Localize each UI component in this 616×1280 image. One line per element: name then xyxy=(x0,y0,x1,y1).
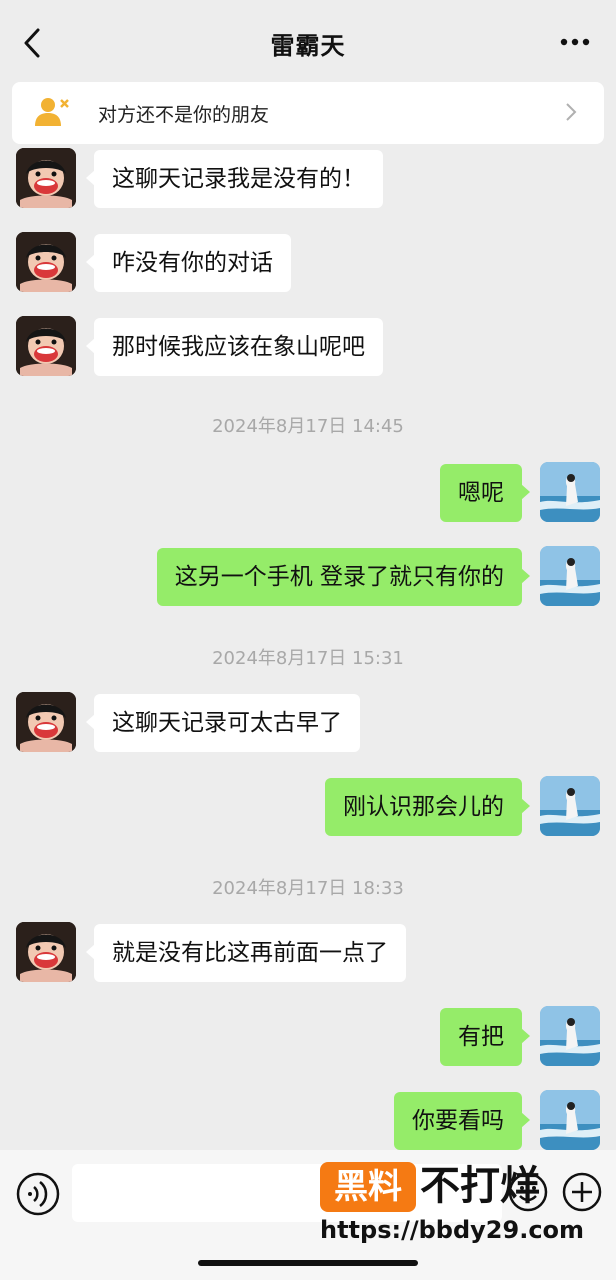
home-indicator xyxy=(198,1260,418,1266)
message-timestamp: 2024年8月17日 14:45 xyxy=(212,416,404,437)
my-avatar[interactable] xyxy=(540,546,600,606)
contact-avatar[interactable] xyxy=(16,922,76,982)
more-options-icon[interactable] xyxy=(560,38,590,46)
outgoing-message-bubble[interactable]: 嗯呢 xyxy=(440,464,530,522)
voice-input-icon[interactable] xyxy=(14,1170,62,1218)
watermark-badge: 黑料 xyxy=(320,1162,416,1212)
my-avatar[interactable] xyxy=(540,776,600,836)
add-friend-person-icon xyxy=(35,98,69,126)
outgoing-message-bubble[interactable]: 这另一个手机 登录了就只有你的 xyxy=(156,548,531,606)
my-avatar[interactable] xyxy=(540,1090,600,1150)
outgoing-message-bubble[interactable]: 你要看吗 xyxy=(394,1092,530,1150)
chat-title: 雷霸天 xyxy=(270,32,346,60)
contact-avatar[interactable] xyxy=(16,232,76,292)
incoming-message-bubble[interactable]: 就是没有比这再前面一点了 xyxy=(86,924,406,982)
contact-avatar[interactable] xyxy=(16,316,76,376)
incoming-message-bubble[interactable]: 咋没有你的对话 xyxy=(86,234,291,292)
incoming-message-bubble[interactable]: 这聊天记录我是没有的！ xyxy=(86,150,383,208)
my-avatar[interactable] xyxy=(540,462,600,522)
notice-text: 对方还不是你的朋友 xyxy=(98,104,270,126)
watermark-title: 不打烊 xyxy=(420,1163,540,1209)
not-friend-notice[interactable]: 对方还不是你的朋友 xyxy=(12,82,604,144)
incoming-message-bubble[interactable]: 那时候我应该在象山呢吧 xyxy=(86,318,383,376)
incoming-message-bubble[interactable]: 这聊天记录可太古早了 xyxy=(86,694,360,752)
contact-avatar[interactable] xyxy=(16,692,76,752)
watermark-url: https://bbdy29.com xyxy=(320,1216,585,1244)
contact-avatar[interactable] xyxy=(16,148,76,208)
outgoing-message-bubble[interactable]: 有把 xyxy=(440,1008,530,1066)
my-avatar[interactable] xyxy=(540,1006,600,1066)
outgoing-message-bubble[interactable]: 刚认识那会儿的 xyxy=(325,778,530,836)
chevron-right-icon xyxy=(566,103,577,121)
message-timestamp: 2024年8月17日 15:31 xyxy=(212,648,404,669)
message-timestamp: 2024年8月17日 18:33 xyxy=(212,878,404,899)
plus-more-icon[interactable] xyxy=(560,1170,604,1214)
chat-header: 雷霸天 xyxy=(0,0,616,84)
